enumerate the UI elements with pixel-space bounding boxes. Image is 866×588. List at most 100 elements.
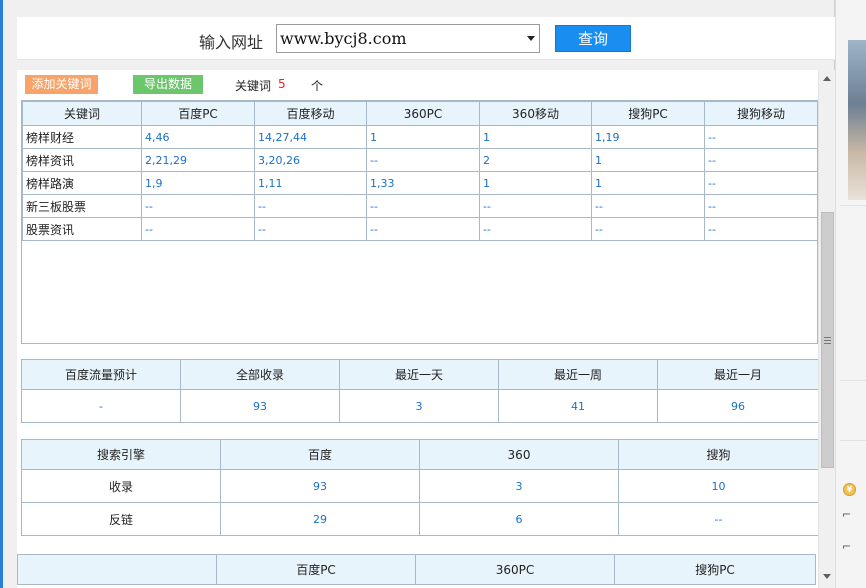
- table-header-row: 百度PC 360PC 搜狗PC: [17, 554, 816, 585]
- rank-cell[interactable]: 1,9: [141, 171, 255, 195]
- scroll-down-icon[interactable]: [823, 574, 831, 579]
- rank-cell[interactable]: 1: [479, 171, 592, 195]
- column-header: [17, 554, 217, 585]
- export-data-button[interactable]: 导出数据: [133, 75, 203, 94]
- background-glyph-icon: ⌐: [842, 540, 852, 553]
- rank-cell[interactable]: --: [704, 125, 818, 149]
- table-header-row: 关键词 百度PC 百度移动 360PC 360移动 搜狗PC 搜狗移动: [22, 101, 818, 126]
- table-row[interactable]: 股票资讯 -- -- -- -- -- --: [22, 217, 818, 241]
- background-divider: [840, 440, 866, 441]
- keyword-count-label: 关键词: [235, 79, 272, 93]
- keyword-cell[interactable]: 榜样财经: [22, 125, 142, 149]
- rank-cell[interactable]: --: [591, 194, 705, 218]
- rank-cell[interactable]: --: [704, 217, 818, 241]
- column-header: 搜狗: [618, 439, 819, 470]
- background-divider: [840, 380, 866, 381]
- column-header: 360: [419, 439, 619, 470]
- table-row: 收录 93 3 10: [21, 469, 819, 503]
- rank-cell[interactable]: --: [591, 217, 705, 241]
- column-header[interactable]: 百度PC: [141, 101, 255, 126]
- engine-value[interactable]: --: [618, 502, 819, 536]
- rank-cell[interactable]: 1,11: [254, 171, 367, 195]
- engine-value[interactable]: 10: [618, 469, 819, 503]
- table-row: - 93 3 41 96: [21, 389, 819, 423]
- rank-cell[interactable]: 4,46: [141, 125, 255, 149]
- table-row[interactable]: 榜样资讯 2,21,29 3,20,26 -- 2 1 --: [22, 148, 818, 172]
- column-header[interactable]: 百度移动: [254, 101, 367, 126]
- query-button[interactable]: 查询: [555, 25, 631, 52]
- keyword-count-value: 5: [278, 77, 286, 91]
- rank-cell[interactable]: 1,19: [591, 125, 705, 149]
- column-header: 全部收录: [180, 359, 340, 390]
- rank-cell[interactable]: --: [479, 194, 592, 218]
- rank-cell[interactable]: 1: [479, 125, 592, 149]
- rank-cell[interactable]: --: [366, 148, 480, 172]
- column-header: 最近一天: [339, 359, 499, 390]
- table-header-row: 搜索引擎 百度 360 搜狗: [21, 439, 819, 470]
- add-keyword-button[interactable]: 添加关键词: [25, 75, 98, 94]
- column-header: 360PC: [415, 554, 615, 585]
- rank-cell[interactable]: 1: [366, 125, 480, 149]
- baidu-traffic-summary-table: 百度流量预计 全部收录 最近一天 最近一周 最近一月 - 93 3 41 96: [21, 359, 819, 423]
- rank-cell[interactable]: 2,21,29: [141, 148, 255, 172]
- rank-cell[interactable]: --: [479, 217, 592, 241]
- engine-value[interactable]: 93: [220, 469, 420, 503]
- rank-cell[interactable]: --: [366, 194, 480, 218]
- background-divider: [840, 205, 866, 206]
- rank-cell[interactable]: --: [704, 171, 818, 195]
- url-search-bar: 输入网址 www.bycj8.com 查询: [17, 17, 835, 60]
- table-row: 反链 29 6 --: [21, 502, 819, 536]
- rank-cell[interactable]: 1: [591, 148, 705, 172]
- summary-value[interactable]: -: [21, 389, 181, 423]
- rank-cell[interactable]: --: [141, 217, 255, 241]
- engine-value[interactable]: 29: [220, 502, 420, 536]
- engine-value[interactable]: 3: [419, 469, 619, 503]
- table-header-row: 百度流量预计 全部收录 最近一天 最近一周 最近一月: [21, 359, 819, 390]
- column-header: 搜索引擎: [21, 439, 221, 470]
- vertical-scrollbar[interactable]: [818, 70, 835, 588]
- rank-cell[interactable]: 14,27,44: [254, 125, 367, 149]
- rank-cell[interactable]: --: [254, 194, 367, 218]
- summary-value[interactable]: 93: [180, 389, 340, 423]
- table-row[interactable]: 榜样财经 4,46 14,27,44 1 1 1,19 --: [22, 125, 818, 149]
- rank-cell[interactable]: 2: [479, 148, 592, 172]
- rank-cell[interactable]: 1: [591, 171, 705, 195]
- table-row[interactable]: 新三板股票 -- -- -- -- -- --: [22, 194, 818, 218]
- column-header[interactable]: 关键词: [22, 101, 142, 126]
- column-header[interactable]: 搜狗移动: [704, 101, 818, 126]
- keyword-cell[interactable]: 榜样路演: [22, 171, 142, 195]
- url-combobox[interactable]: www.bycj8.com: [276, 24, 540, 53]
- table-row[interactable]: 榜样路演 1,9 1,11 1,33 1 1 --: [22, 171, 818, 195]
- column-header[interactable]: 搜狗PC: [591, 101, 705, 126]
- rank-cell[interactable]: 1,33: [366, 171, 480, 195]
- column-header[interactable]: 360PC: [366, 101, 480, 126]
- background-photo: [848, 40, 866, 200]
- column-header: 百度PC: [216, 554, 416, 585]
- keyword-cell[interactable]: 新三板股票: [22, 194, 142, 218]
- seo-query-dialog: 输入网址 www.bycj8.com 查询 添加关键词 导出数据 关键词 5 个: [3, 0, 835, 588]
- row-header: 反链: [21, 502, 221, 536]
- keyword-count-unit: 个: [311, 79, 324, 93]
- summary-value[interactable]: 3: [339, 389, 499, 423]
- results-panel: 添加关键词 导出数据 关键词 5 个 关键词 百度PC 百度移动 360PC 3…: [17, 70, 835, 588]
- keyword-ranking-table: 关键词 百度PC 百度移动 360PC 360移动 搜狗PC 搜狗移动 榜样财经: [22, 101, 818, 241]
- rank-cell[interactable]: --: [366, 217, 480, 241]
- rank-cell[interactable]: --: [141, 194, 255, 218]
- summary-value[interactable]: 96: [657, 389, 819, 423]
- grip-icon: [824, 337, 831, 344]
- scroll-up-icon[interactable]: [823, 76, 831, 81]
- column-header: 最近一月: [657, 359, 819, 390]
- scrollbar-thumb[interactable]: [821, 212, 834, 468]
- rank-cell[interactable]: 3,20,26: [254, 148, 367, 172]
- keyword-cell[interactable]: 股票资讯: [22, 217, 142, 241]
- chevron-down-icon[interactable]: [527, 36, 535, 41]
- keyword-cell[interactable]: 榜样资讯: [22, 148, 142, 172]
- column-header[interactable]: 360移动: [479, 101, 592, 126]
- url-input-value[interactable]: www.bycj8.com: [280, 29, 407, 48]
- rank-cell[interactable]: --: [704, 148, 818, 172]
- background-glyph-icon: ⌐: [842, 508, 852, 521]
- rank-cell[interactable]: --: [254, 217, 367, 241]
- rank-cell[interactable]: --: [704, 194, 818, 218]
- summary-value[interactable]: 41: [498, 389, 658, 423]
- engine-value[interactable]: 6: [419, 502, 619, 536]
